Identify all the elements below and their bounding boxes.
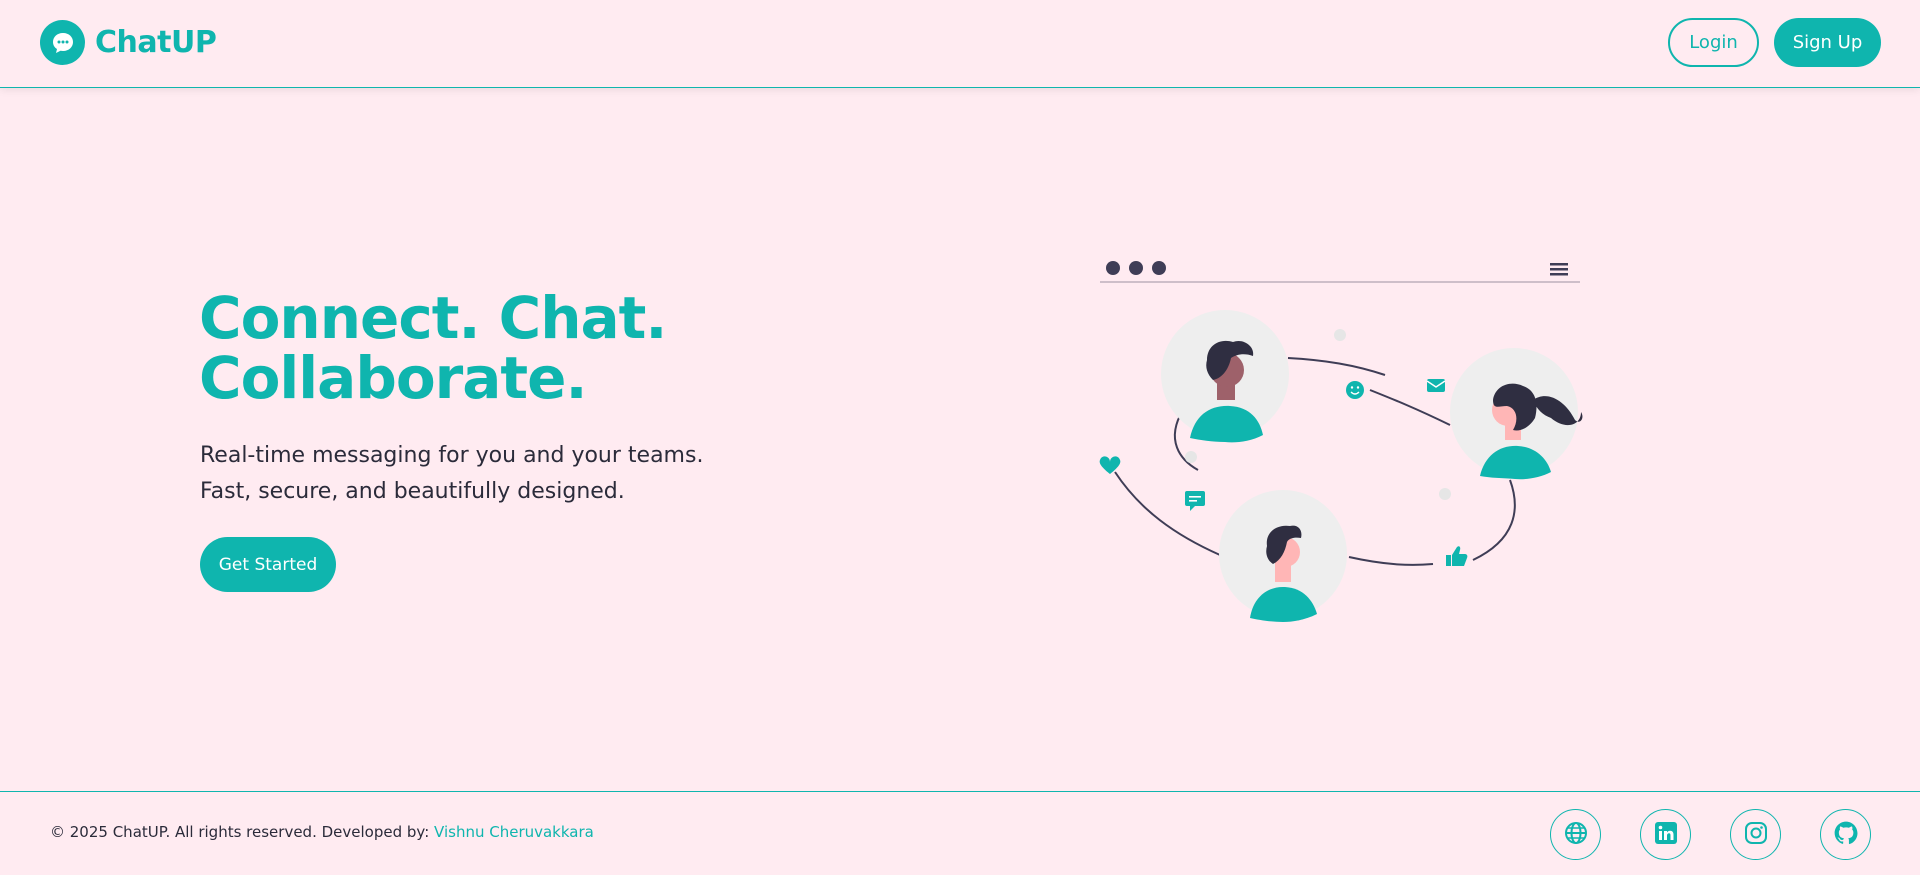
globe-icon [1564, 821, 1588, 849]
message-icon [1185, 491, 1205, 511]
smiley-icon [1346, 381, 1364, 399]
avatar-person-2 [1450, 348, 1583, 480]
brand-name: ChatUP [95, 25, 217, 60]
hero-subtitle: Real-time messaging for you and your tea… [200, 443, 704, 504]
hero-title: Connect. Chat. Collaborate. [199, 288, 759, 408]
avatar-person-1 [1161, 310, 1289, 443]
window-dots-icon [1106, 261, 1166, 275]
get-started-button[interactable]: Get Started [200, 537, 336, 592]
login-button[interactable]: Login [1668, 18, 1759, 67]
instagram-icon [1744, 821, 1768, 849]
website-link[interactable] [1550, 809, 1601, 860]
linkedin-icon [1654, 821, 1678, 849]
signup-button[interactable]: Sign Up [1774, 18, 1881, 67]
hamburger-menu-icon [1550, 263, 1568, 276]
github-icon [1833, 820, 1859, 850]
linkedin-link[interactable] [1640, 809, 1691, 860]
page-footer: © 2025 ChatUP. All rights reserved. Deve… [0, 791, 1920, 875]
copyright-label: © 2025 ChatUP. All rights reserved. Deve… [50, 823, 430, 841]
top-navbar: ChatUP Login Sign Up [0, 0, 1920, 88]
copyright-text: © 2025 ChatUP. All rights reserved. Deve… [50, 823, 594, 841]
avatar-person-3 [1219, 490, 1347, 622]
hero-title-line2: Collaborate. [199, 344, 588, 412]
hero-illustration [1095, 250, 1585, 630]
thumbs-up-icon [1446, 546, 1468, 566]
mail-icon [1426, 379, 1446, 392]
landing-page: ChatUP Login Sign Up Connect. Chat. Coll… [0, 0, 1920, 875]
heart-icon [1099, 456, 1121, 474]
github-link[interactable] [1820, 809, 1871, 860]
brand-logo[interactable]: ChatUP [40, 20, 217, 65]
developer-link[interactable]: Vishnu Cheruvakkara [434, 823, 594, 841]
hero-title-line1: Connect. Chat. [199, 284, 667, 352]
instagram-link[interactable] [1730, 809, 1781, 860]
chat-bubble-icon [40, 20, 85, 65]
